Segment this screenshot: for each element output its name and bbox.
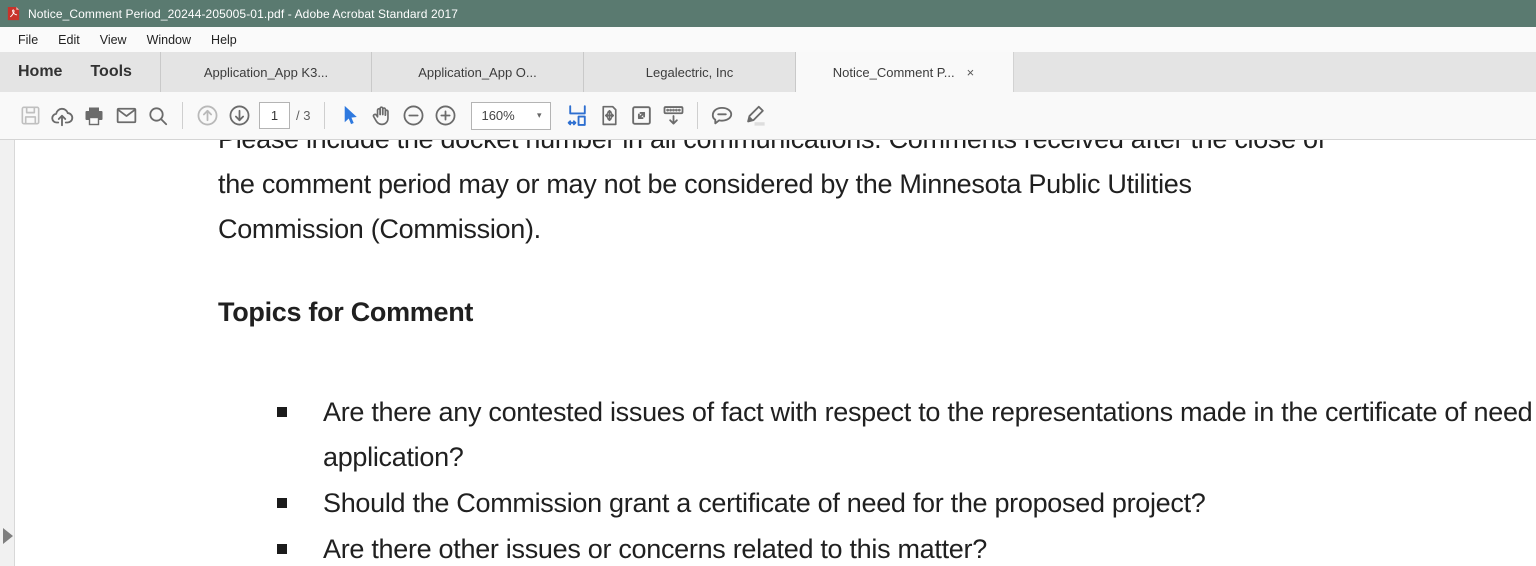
email-icon xyxy=(114,103,139,128)
document-tab-active[interactable]: Notice_Comment P... × xyxy=(796,52,1014,92)
main-toolbar: / 3 160% ▾ xyxy=(0,92,1536,140)
full-screen-icon xyxy=(629,103,654,128)
email-button[interactable] xyxy=(110,99,142,133)
print-button[interactable] xyxy=(78,99,110,133)
fit-width-icon xyxy=(565,103,590,128)
bullet-text: Are there any contested issues of fact w… xyxy=(323,397,1532,472)
previous-page-icon xyxy=(195,103,220,128)
print-icon xyxy=(82,104,106,128)
menu-file[interactable]: File xyxy=(8,29,48,51)
paragraph-line-clipped: Please include the docket number in all … xyxy=(218,140,1536,162)
square-bullet-icon xyxy=(277,498,287,508)
document-tab-3[interactable]: Legalectric, Inc xyxy=(584,52,796,92)
list-item: Are there any contested issues of fact w… xyxy=(218,390,1536,480)
list-item: Should the Commission grant a certificat… xyxy=(218,481,1536,526)
bullet-list: Are there any contested issues of fact w… xyxy=(218,390,1536,566)
primary-tabs: Home Tools xyxy=(0,52,160,92)
document-tab-2[interactable]: Application_App O... xyxy=(372,52,584,92)
tab-tools[interactable]: Tools xyxy=(90,63,131,81)
close-tab-icon[interactable]: × xyxy=(965,65,977,80)
square-bullet-icon xyxy=(277,407,287,417)
menu-bar: File Edit View Window Help xyxy=(0,27,1536,52)
next-page-button[interactable] xyxy=(223,99,255,133)
window-titlebar: Notice_Comment Period_20244-205005-01.pd… xyxy=(0,0,1536,27)
zoom-in-button[interactable] xyxy=(429,99,461,133)
share-cloud-icon xyxy=(49,103,75,129)
document-tab-label: Application_App O... xyxy=(418,65,537,80)
menu-edit[interactable]: Edit xyxy=(48,29,90,51)
paragraph-line: the comment period may or may not be con… xyxy=(218,162,1536,207)
zoom-in-icon xyxy=(433,103,458,128)
toolbar-separator xyxy=(324,102,325,129)
zoom-level-value: 160% xyxy=(481,108,514,123)
list-item: Are there other issues or concerns relat… xyxy=(218,527,1536,566)
document-tab-label: Application_App K3... xyxy=(204,65,328,80)
share-button[interactable] xyxy=(46,99,78,133)
menu-window[interactable]: Window xyxy=(137,29,201,51)
toolbar-separator xyxy=(697,102,698,129)
next-page-icon xyxy=(227,103,252,128)
hand-tool-button[interactable] xyxy=(365,99,397,133)
fit-width-button[interactable] xyxy=(561,99,593,133)
hide-toolbar-button[interactable] xyxy=(657,99,689,133)
document-tab-label: Notice_Comment P... xyxy=(833,65,955,80)
chevron-down-icon: ▾ xyxy=(537,110,542,121)
zoom-level-select[interactable]: 160% ▾ xyxy=(471,102,551,130)
section-heading: Topics for Comment xyxy=(218,290,1536,335)
bullet-text: Should the Commission grant a certificat… xyxy=(323,488,1206,518)
menu-view[interactable]: View xyxy=(90,29,137,51)
save-button[interactable] xyxy=(14,99,46,133)
highlight-icon xyxy=(741,102,768,129)
highlight-button[interactable] xyxy=(738,99,770,133)
toolbar-separator xyxy=(182,102,183,129)
page-count-label: / 3 xyxy=(296,108,310,123)
full-screen-button[interactable] xyxy=(625,99,657,133)
previous-page-button[interactable] xyxy=(191,99,223,133)
bullet-text: Are there other issues or concerns relat… xyxy=(323,534,987,564)
select-tool-button[interactable] xyxy=(333,99,365,133)
fit-page-button[interactable] xyxy=(593,99,625,133)
acrobat-pdf-icon xyxy=(6,6,21,21)
comment-button[interactable] xyxy=(706,99,738,133)
expand-navigation-pane-icon[interactable] xyxy=(3,528,13,544)
pdf-page: Please include the docket number in all … xyxy=(218,140,1536,566)
tab-home[interactable]: Home xyxy=(18,63,62,81)
paragraph-line: Commission (Commission). xyxy=(218,207,1536,252)
document-tab-1[interactable]: Application_App K3... xyxy=(160,52,372,92)
search-icon xyxy=(146,104,170,128)
fit-page-icon xyxy=(597,103,622,128)
navigation-pane-strip[interactable] xyxy=(0,140,15,566)
document-tab-label: Legalectric, Inc xyxy=(646,65,733,80)
menu-help[interactable]: Help xyxy=(201,29,247,51)
zoom-out-icon xyxy=(401,103,426,128)
save-icon xyxy=(19,104,42,127)
search-button[interactable] xyxy=(142,99,174,133)
hand-tool-icon xyxy=(369,103,394,128)
window-title: Notice_Comment Period_20244-205005-01.pd… xyxy=(28,7,458,21)
select-tool-icon xyxy=(338,104,361,127)
hide-toolbar-icon xyxy=(660,102,687,129)
comment-icon xyxy=(709,103,735,129)
document-viewport: Please include the docket number in all … xyxy=(0,140,1536,566)
tab-bar: Home Tools Application_App K3... Applica… xyxy=(0,52,1536,92)
zoom-out-button[interactable] xyxy=(397,99,429,133)
square-bullet-icon xyxy=(277,544,287,554)
page-number-input[interactable] xyxy=(259,102,290,129)
